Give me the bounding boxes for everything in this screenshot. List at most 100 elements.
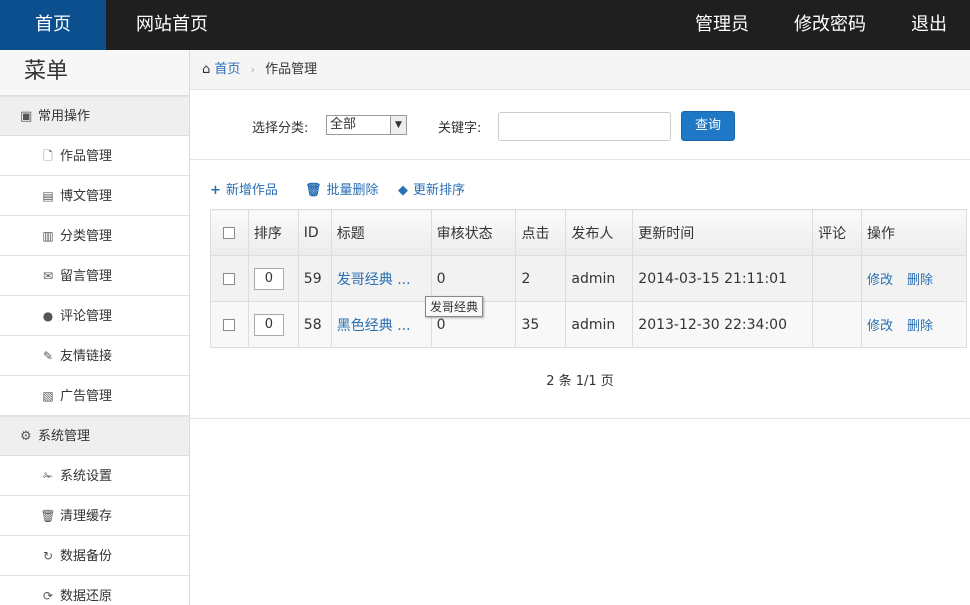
sidebar: 菜单 ▣ 常用操作 🗋 作品管理 ▤ 博文管理 ▥ 分类管理 ✉ 留言管理 ● 评论管理 ✎… [0, 50, 190, 605]
add-work-button[interactable]: + 新增作品 [210, 179, 278, 198]
sidebar-item-settings[interactable]: ✁ 系统设置 [0, 456, 189, 496]
sort-cell: 0 [247, 301, 299, 348]
row-checkbox[interactable] [223, 318, 236, 331]
sidebar-item-blog[interactable]: ▤ 博文管理 [0, 176, 189, 216]
col-updated: 更新时间 [632, 209, 814, 256]
table-row: 0 58 黑色经典 ... 0 35 admin 2013-12-30 22:3… [210, 301, 967, 348]
category-select[interactable]: 全部 ▼ [326, 115, 407, 135]
comments-cell [812, 301, 863, 348]
sidebar-item-restore[interactable]: ⟳ 数据还原 [0, 576, 189, 605]
select-all-checkbox[interactable] [223, 226, 236, 239]
title-tooltip: 发哥经典 [425, 296, 484, 317]
id-cell: 59 [297, 255, 332, 302]
sidebar-item-comments[interactable]: ● 评论管理 [0, 296, 189, 336]
sidebar-item-label: 友情链接 [60, 349, 113, 364]
sidebar-item-label: 留言管理 [60, 269, 113, 284]
col-title: 标题 [330, 209, 432, 256]
edit-link[interactable]: 修改 [867, 319, 893, 334]
add-work-label: 新增作品 [225, 183, 278, 198]
title-link[interactable]: 发哥经典 ... [337, 272, 411, 288]
delete-link[interactable]: 删除 [907, 273, 933, 288]
sort-input[interactable]: 0 [253, 313, 284, 336]
sidebar-item-label: 清理缓存 [60, 509, 113, 524]
update-sort-label: 更新排序 [413, 183, 466, 198]
breadcrumb-home-link[interactable]: 首页 [214, 62, 240, 77]
sidebar-item-backup[interactable]: ↻ 数据备份 [0, 536, 189, 576]
col-sort: 排序 [247, 209, 299, 256]
sidebar-item-label: 数据还原 [60, 589, 113, 604]
breadcrumb: ⌂ 首页 › 作品管理 [190, 50, 970, 90]
trash-icon: 🗑 [305, 183, 322, 198]
col-actions: 操作 [861, 209, 967, 256]
title-cell: 发哥经典 ... [330, 255, 432, 302]
col-clicks: 点击 [515, 209, 567, 256]
author-cell: admin [565, 301, 634, 348]
clicks-cell: 2 [515, 255, 567, 302]
updated-cell: 2014-03-15 21:11:01 [632, 255, 814, 302]
sidebar-group-label: 系统管理 [38, 429, 91, 444]
sidebar-group-system[interactable]: ⚙ 系统管理 [0, 416, 189, 456]
id-cell: 58 [297, 301, 332, 348]
link-icon: ✎ [42, 349, 54, 363]
dashboard-icon: ▣ [20, 109, 33, 124]
breadcrumb-current: 作品管理 [265, 62, 318, 77]
row-select-cell [210, 255, 249, 302]
delete-link[interactable]: 删除 [907, 319, 933, 334]
divider [190, 418, 970, 419]
batch-delete-button[interactable]: 🗑 批量删除 [305, 179, 379, 198]
nav-logout[interactable]: 退出 [900, 0, 958, 50]
sidebar-title: 菜单 [0, 50, 189, 96]
sidebar-item-works[interactable]: 🗋 作品管理 [0, 136, 189, 176]
sidebar-item-categories[interactable]: ▥ 分类管理 [0, 216, 189, 256]
category-label: 选择分类: [252, 121, 309, 136]
category-selected-value: 全部 [330, 117, 357, 132]
sidebar-group-common[interactable]: ▣ 常用操作 [0, 96, 189, 136]
sidebar-item-clear-cache[interactable]: 🗑 清理缓存 [0, 496, 189, 536]
nav-admin[interactable]: 管理员 [680, 0, 764, 50]
tag-icon: ◆ [398, 183, 408, 198]
clicks-cell: 35 [515, 301, 567, 348]
keyword-label: 关键字: [438, 121, 482, 136]
sidebar-item-label: 数据备份 [60, 549, 113, 564]
gear-icon: ⚙ [20, 429, 32, 444]
select-all-cell [210, 209, 249, 256]
title-cell: 黑色经典 ... [330, 301, 432, 348]
sort-input[interactable]: 0 [253, 267, 284, 290]
sidebar-group-label: 常用操作 [38, 109, 91, 124]
sidebar-item-ads[interactable]: ▧ 广告管理 [0, 376, 189, 416]
sidebar-item-messages[interactable]: ✉ 留言管理 [0, 256, 189, 296]
batch-delete-label: 批量删除 [326, 183, 379, 198]
nav-change-password[interactable]: 修改密码 [780, 0, 880, 50]
col-id: ID [297, 209, 332, 256]
sidebar-item-label: 分类管理 [60, 229, 113, 244]
author-cell: admin [565, 255, 634, 302]
sidebar-item-label: 博文管理 [60, 189, 113, 204]
nav-home[interactable]: 首页 [0, 0, 106, 50]
file-icon: 🗋 [43, 149, 53, 163]
chevron-right-icon: › [250, 63, 255, 76]
update-sort-button[interactable]: ◆ 更新排序 [398, 179, 465, 198]
home-icon: ⌂ [202, 62, 211, 77]
nav-site-home[interactable]: 网站首页 [120, 0, 224, 50]
wrench-icon: ✁ [42, 469, 54, 483]
sidebar-item-links[interactable]: ✎ 友情链接 [0, 336, 189, 376]
pagination-info: 2 条 1/1 页 [546, 374, 614, 389]
comment-icon: ● [42, 309, 54, 323]
edit-link[interactable]: 修改 [867, 273, 893, 288]
keyword-input[interactable] [498, 112, 671, 141]
actions-cell: 修改 删除 [861, 301, 967, 348]
plus-icon: + [210, 183, 221, 198]
comments-cell [812, 255, 863, 302]
books-icon: ▥ [42, 229, 54, 243]
sort-cell: 0 [247, 255, 299, 302]
col-status: 审核状态 [430, 209, 517, 256]
title-link[interactable]: 黑色经典 ... [337, 318, 411, 334]
refresh-icon: ↻ [42, 549, 54, 563]
top-navbar: 首页 网站首页 管理员 修改密码 退出 [0, 0, 970, 50]
col-comments: 评论 [812, 209, 863, 256]
sidebar-item-label: 作品管理 [60, 149, 113, 164]
query-button[interactable]: 查询 [681, 111, 735, 141]
search-form: 选择分类: 全部 ▼ 关键字: 查询 [190, 90, 970, 160]
col-author: 发布人 [565, 209, 634, 256]
row-checkbox[interactable] [223, 272, 236, 285]
